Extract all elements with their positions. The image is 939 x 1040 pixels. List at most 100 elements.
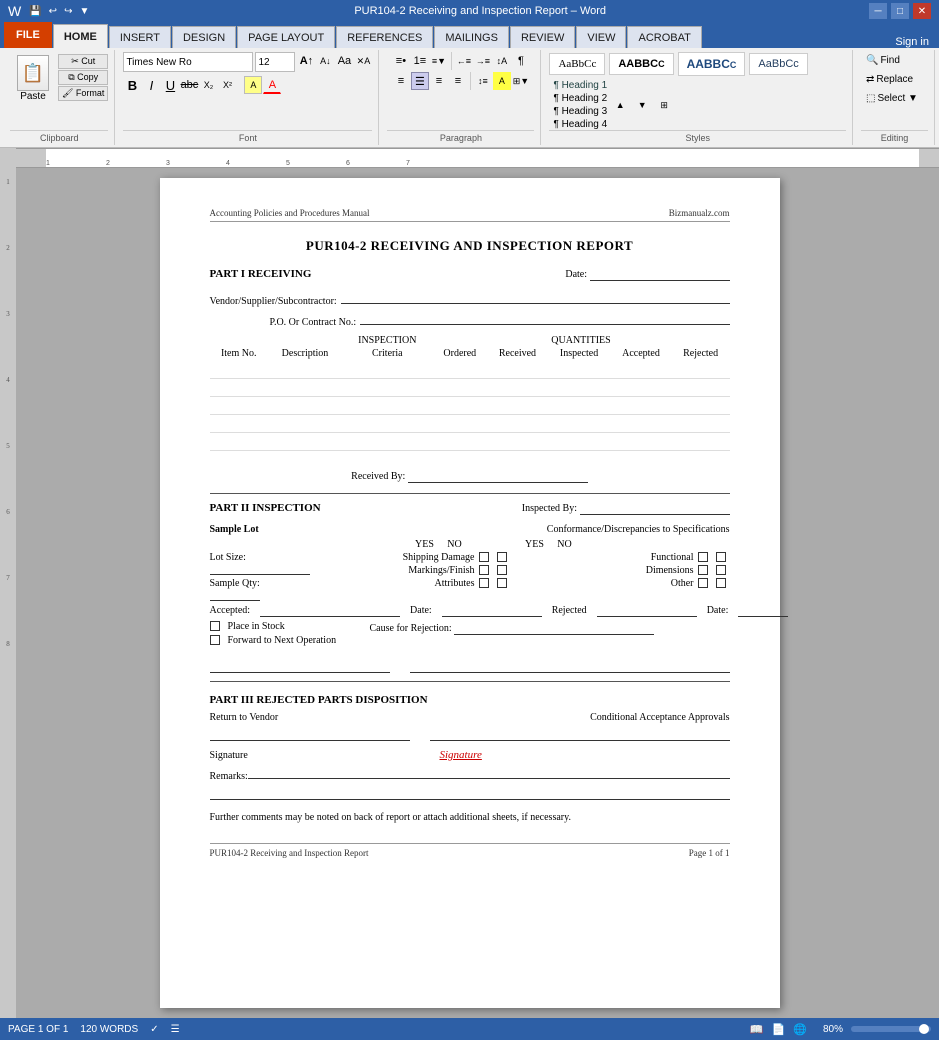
heading1-style-item[interactable]: ¶ Heading 1: [553, 80, 607, 91]
styles-scroll-down[interactable]: ▼: [633, 96, 651, 114]
clear-format-button[interactable]: ✕A: [354, 52, 372, 70]
attributes-yes-checkbox[interactable]: [479, 578, 489, 588]
strikethrough-button[interactable]: abc: [180, 76, 198, 94]
bold-button[interactable]: B: [123, 76, 141, 94]
style-heading1[interactable]: AABBCC: [678, 52, 746, 76]
font-grow-button[interactable]: A↑: [297, 52, 315, 70]
style-normal[interactable]: AaBbCc: [549, 53, 605, 75]
tab-acrobat[interactable]: ACROBAT: [627, 26, 701, 48]
cause-field[interactable]: [454, 623, 654, 635]
shipping-yes-checkbox[interactable]: [479, 552, 489, 562]
italic-button[interactable]: I: [142, 76, 160, 94]
multilevel-list-button[interactable]: ≡▼: [430, 52, 448, 70]
align-right-button[interactable]: ≡: [430, 72, 448, 90]
show-formatting-button[interactable]: ¶: [512, 52, 530, 70]
zoom-slider[interactable]: [851, 1026, 931, 1032]
read-mode-button[interactable]: 📖: [750, 1023, 764, 1036]
decrease-indent-button[interactable]: ←≡: [455, 52, 473, 70]
qa-dropdown-button[interactable]: ▼: [77, 6, 91, 17]
copy-button[interactable]: ⧉ Copy: [58, 70, 108, 85]
part2-sig-line-left[interactable]: [210, 659, 390, 673]
accepted-date-field[interactable]: [442, 605, 542, 617]
borders-button[interactable]: ⊞▼: [512, 72, 530, 90]
redo-button[interactable]: ↪: [62, 6, 74, 17]
print-layout-button[interactable]: 📄: [772, 1023, 786, 1036]
other-yes-checkbox[interactable]: [698, 578, 708, 588]
heading4-style-item[interactable]: ¶ Heading 4: [553, 119, 607, 130]
part2-sig-line-right[interactable]: [410, 659, 730, 673]
align-left-button[interactable]: ≡: [392, 72, 410, 90]
select-button[interactable]: ⬚ Select ▼: [861, 90, 928, 107]
tab-page-layout[interactable]: PAGE LAYOUT: [237, 26, 335, 48]
remarks-field[interactable]: [248, 765, 730, 779]
rejected-field[interactable]: [597, 605, 697, 617]
maximize-button[interactable]: □: [891, 3, 909, 19]
font-name-input[interactable]: [123, 52, 253, 72]
signature-link[interactable]: Signature: [440, 749, 482, 761]
functional-no-checkbox[interactable]: [716, 552, 726, 562]
minimize-button[interactable]: ─: [869, 3, 887, 19]
place-in-stock-checkbox[interactable]: [210, 621, 220, 631]
dimensions-yes-checkbox[interactable]: [698, 565, 708, 575]
heading3-style-item[interactable]: ¶ Heading 3: [553, 106, 607, 117]
tab-home[interactable]: HOME: [53, 24, 108, 48]
sort-button[interactable]: ↕A: [493, 52, 511, 70]
style-heading2[interactable]: AaBbCc: [749, 53, 807, 75]
tab-design[interactable]: DESIGN: [172, 26, 236, 48]
received-by-field[interactable]: [408, 471, 588, 483]
rejected-date-field[interactable]: [738, 605, 788, 617]
subscript-button[interactable]: X₂: [199, 76, 217, 94]
sample-qty-field[interactable]: [210, 589, 260, 601]
forward-checkbox[interactable]: [210, 635, 220, 645]
conditional-sig-line[interactable]: [430, 727, 730, 741]
accepted-field[interactable]: [260, 605, 400, 617]
tab-view[interactable]: VIEW: [576, 26, 626, 48]
font-color-button[interactable]: A: [263, 76, 281, 94]
web-layout-button[interactable]: 🌐: [793, 1023, 807, 1036]
save-button[interactable]: 💾: [27, 6, 43, 17]
change-case-button[interactable]: Aa: [335, 52, 353, 70]
dimensions-no-checkbox[interactable]: [716, 565, 726, 575]
tab-references[interactable]: REFERENCES: [336, 26, 433, 48]
remarks-continuation-line[interactable]: [210, 786, 730, 800]
markings-no-checkbox[interactable]: [497, 565, 507, 575]
functional-yes-checkbox[interactable]: [698, 552, 708, 562]
replace-button[interactable]: ⇄ Replace: [861, 71, 928, 88]
date-field[interactable]: [590, 269, 730, 281]
line-spacing-button[interactable]: ↕≡: [474, 72, 492, 90]
close-button[interactable]: ✕: [913, 3, 931, 19]
paste-button[interactable]: 📋 Paste: [10, 52, 56, 105]
numbering-button[interactable]: 1≡: [411, 52, 429, 70]
font-shrink-button[interactable]: A↓: [316, 52, 334, 70]
cut-button[interactable]: ✂ Cut: [58, 54, 108, 69]
attributes-no-checkbox[interactable]: [497, 578, 507, 588]
styles-dialog[interactable]: ⊞: [655, 96, 673, 114]
text-highlight-button[interactable]: A: [244, 76, 262, 94]
undo-button[interactable]: ↩: [47, 6, 59, 17]
po-field[interactable]: [360, 311, 729, 325]
style-no-spacing[interactable]: AABBCC: [609, 53, 673, 75]
format-painter-button[interactable]: 🖌 Format: [58, 86, 108, 101]
styles-scroll-up[interactable]: ▲: [611, 96, 629, 114]
find-button[interactable]: 🔍 Find: [861, 52, 928, 69]
tab-insert[interactable]: INSERT: [109, 26, 171, 48]
superscript-button[interactable]: X²: [218, 76, 236, 94]
heading2-style-item[interactable]: ¶ Heading 2: [553, 93, 607, 104]
increase-indent-button[interactable]: →≡: [474, 52, 492, 70]
tab-file[interactable]: FILE: [4, 22, 52, 48]
return-sig-line[interactable]: [210, 727, 410, 741]
shading-button[interactable]: A: [493, 72, 511, 90]
font-size-input[interactable]: [255, 52, 295, 72]
inspected-by-field[interactable]: [580, 503, 730, 515]
underline-button[interactable]: U: [161, 76, 179, 94]
other-no-checkbox[interactable]: [716, 578, 726, 588]
justify-button[interactable]: ≡: [449, 72, 467, 90]
lot-size-field[interactable]: [210, 563, 310, 575]
signin-link[interactable]: Sign in: [885, 36, 939, 48]
tab-mailings[interactable]: MAILINGS: [434, 26, 509, 48]
markings-yes-checkbox[interactable]: [479, 565, 489, 575]
shipping-no-checkbox[interactable]: [497, 552, 507, 562]
align-center-button[interactable]: ☰: [411, 72, 429, 90]
bullets-button[interactable]: ≡•: [392, 52, 410, 70]
tab-review[interactable]: REVIEW: [510, 26, 575, 48]
